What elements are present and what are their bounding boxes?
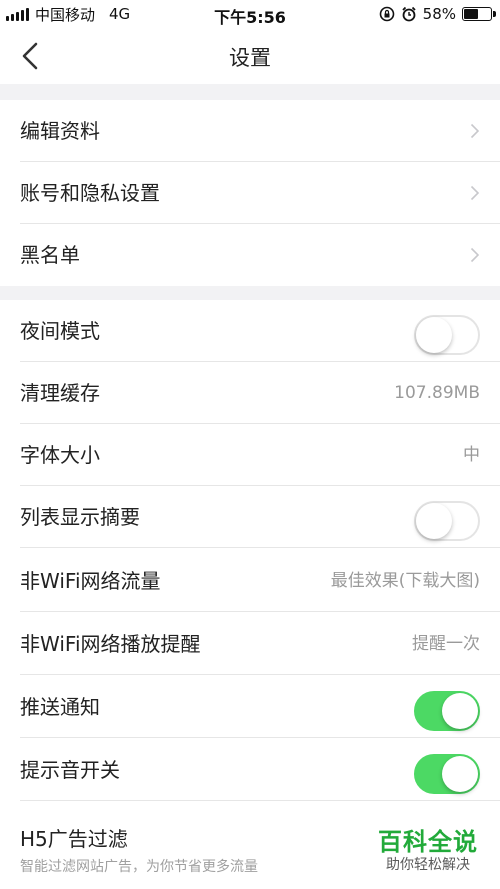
divider xyxy=(20,737,500,738)
toggle-knob xyxy=(442,693,478,729)
watermark: 百科全说 助你轻松解决 xyxy=(372,828,484,874)
section-gap xyxy=(0,286,500,300)
settings-item-label: 账号和隐私设置 xyxy=(20,181,160,205)
night-mode-toggle[interactable] xyxy=(414,315,480,355)
push-toggle[interactable] xyxy=(414,691,480,731)
divider xyxy=(20,611,500,612)
settings-item-label: 非WiFi网络流量 xyxy=(20,569,161,593)
cache-size-value: 107.89MB xyxy=(394,383,480,403)
settings-item-font-size[interactable]: 字体大小 中 xyxy=(0,424,500,486)
battery-percent: 58% xyxy=(422,5,456,23)
settings-item-label: 推送通知 xyxy=(20,695,100,719)
non-wifi-play-value: 提醒一次 xyxy=(412,634,480,654)
toggle-knob xyxy=(416,317,452,353)
settings-item-push: 推送通知 xyxy=(0,676,500,738)
settings-item-label: 字体大小 xyxy=(20,443,100,467)
chevron-right-icon xyxy=(470,123,480,139)
settings-item-night-mode: 夜间模式 xyxy=(0,300,500,362)
status-bar: 中国移动 4G 下午5:56 58% xyxy=(0,0,500,28)
settings-item-edit-profile[interactable]: 编辑资料 xyxy=(0,100,500,162)
settings-item-label: 黑名单 xyxy=(20,243,80,267)
watermark-subtitle: 助你轻松解决 xyxy=(386,857,470,873)
non-wifi-data-value: 最佳效果(下载大图) xyxy=(330,571,480,591)
settings-item-label: 非WiFi网络播放提醒 xyxy=(20,632,201,656)
divider xyxy=(20,547,500,548)
settings-item-label: 夜间模式 xyxy=(20,319,100,343)
toggle-knob xyxy=(442,756,478,792)
section-gap xyxy=(0,84,500,100)
settings-item-blacklist[interactable]: 黑名单 xyxy=(0,224,500,286)
watermark-title: 百科全说 xyxy=(378,828,478,856)
chevron-right-icon xyxy=(470,185,480,201)
chevron-right-icon xyxy=(470,247,480,263)
settings-item-label: 清理缓存 xyxy=(20,381,100,405)
settings-item-description: 智能过滤网站广告，为你节省更多流量 xyxy=(20,859,258,875)
navigation-bar: 设置 xyxy=(0,28,500,84)
alarm-icon xyxy=(402,6,416,22)
battery-icon xyxy=(462,7,496,21)
status-right: 58% xyxy=(379,4,496,24)
orientation-lock-icon xyxy=(379,6,394,22)
settings-item-label: 编辑资料 xyxy=(20,119,100,143)
settings-item-label: H5广告过滤 xyxy=(20,827,128,851)
settings-item-non-wifi-play[interactable]: 非WiFi网络播放提醒 提醒一次 xyxy=(0,613,500,675)
settings-item-clear-cache[interactable]: 清理缓存 107.89MB xyxy=(0,362,500,424)
settings-item-label: 提示音开关 xyxy=(20,758,120,782)
settings-item-non-wifi-data[interactable]: 非WiFi网络流量 最佳效果(下载大图) xyxy=(0,550,500,612)
settings-item-label: 列表显示摘要 xyxy=(20,505,140,529)
sound-toggle[interactable] xyxy=(414,754,480,794)
settings-item-list-summary: 列表显示摘要 xyxy=(0,486,500,548)
page-title: 设置 xyxy=(229,46,271,70)
divider xyxy=(20,674,500,675)
list-summary-toggle[interactable] xyxy=(414,501,480,541)
settings-item-sound: 提示音开关 xyxy=(0,739,500,801)
toggle-knob xyxy=(416,503,452,539)
settings-item-account-privacy[interactable]: 账号和隐私设置 xyxy=(0,162,500,224)
font-size-value: 中 xyxy=(463,445,480,465)
